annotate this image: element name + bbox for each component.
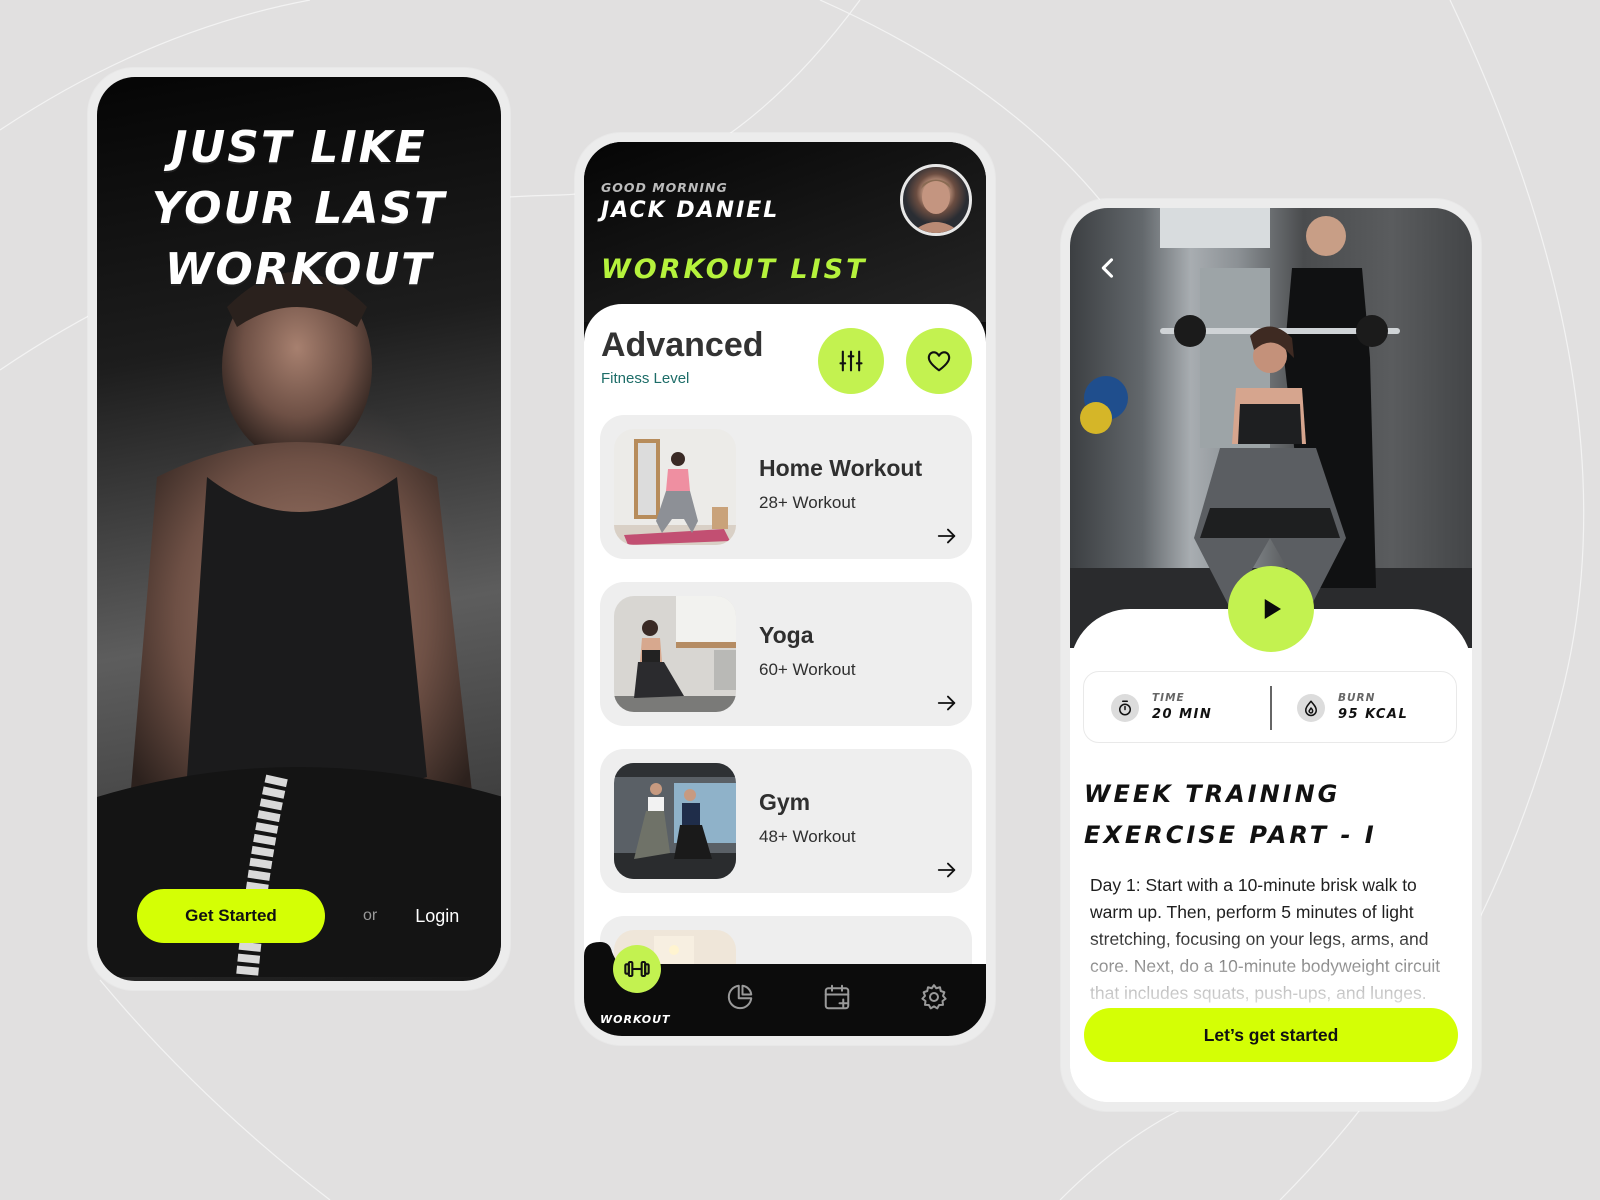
settings-gear-icon[interactable]: [919, 982, 949, 1012]
workout-list-screen: Good Morning Jack Daniel Workout List Ad…: [584, 142, 986, 1036]
headline-line: Just like: [171, 122, 427, 173]
fitness-level-caption: Fitness Level: [601, 370, 690, 387]
get-started-button[interactable]: Get Started: [137, 889, 325, 943]
calendar-add-icon[interactable]: [822, 982, 852, 1012]
flame-icon: [1297, 694, 1325, 722]
favorites-button[interactable]: [906, 328, 972, 394]
play-video-button[interactable]: [1228, 566, 1314, 652]
dumbbell-icon: [624, 960, 650, 978]
workout-card-gym[interactable]: Gym 48+ Workout: [600, 749, 972, 893]
user-portrait-icon: [911, 179, 961, 233]
arrow-right-icon[interactable]: [936, 692, 958, 714]
stopwatch-icon: [1111, 694, 1139, 722]
or-separator: or: [363, 907, 378, 924]
stat-label: Time: [1152, 692, 1185, 704]
arrow-right-icon[interactable]: [936, 859, 958, 881]
exercise-detail-screen: Time 20 Min Burn 95 Kcal Week Training E…: [1070, 208, 1472, 1102]
arrow-right-icon[interactable]: [936, 525, 958, 547]
workout-card-yoga[interactable]: Yoga 60+ Workout: [600, 582, 972, 726]
exercise-detail-phone-frame: Time 20 Min Burn 95 Kcal Week Training E…: [1061, 199, 1481, 1111]
sliders-icon: [839, 350, 863, 372]
stat-value: 95 Kcal: [1338, 707, 1409, 722]
workout-list-phone-frame: Good Morning Jack Daniel Workout List Ad…: [575, 133, 995, 1045]
greeting-text: Good Morning: [601, 180, 728, 195]
workout-card-home[interactable]: Home Workout 28+ Workout: [600, 415, 972, 559]
onboarding-phone-frame: Just like your last workout Get Started …: [88, 68, 510, 990]
hero-headline: Just like your last workout: [97, 117, 501, 300]
filter-button[interactable]: [818, 328, 884, 394]
exercise-title: Week Training Exercise Part - I: [1084, 774, 1377, 856]
login-link[interactable]: Login: [415, 906, 459, 927]
heart-icon: [927, 351, 951, 372]
nav-workout-label[interactable]: Workout: [600, 1013, 671, 1026]
lets-get-started-button[interactable]: Let’s get started: [1084, 1008, 1458, 1062]
headline-line: your last: [151, 183, 447, 234]
workout-thumbnail: [614, 763, 736, 879]
workout-thumbnail: [614, 429, 736, 545]
onboarding-screen: Just like your last workout Get Started …: [97, 77, 501, 981]
user-name: Jack Daniel: [601, 198, 780, 223]
play-icon: [1264, 599, 1281, 619]
back-chevron-icon[interactable]: [1094, 252, 1122, 284]
workout-list-body: Advanced Fitness Level Home Workout 28+ …: [584, 304, 986, 1036]
stat-burn: Burn 95 Kcal: [1270, 672, 1456, 742]
stat-time: Time 20 Min: [1084, 672, 1270, 742]
pie-chart-icon[interactable]: [725, 982, 755, 1012]
exercise-stats: Time 20 Min Burn 95 Kcal: [1083, 671, 1457, 743]
exercise-title-line: Week Training: [1084, 780, 1341, 808]
workout-card-count: 48+ Workout: [759, 827, 856, 846]
stat-label: Burn: [1338, 692, 1376, 704]
workout-card-title: Yoga: [759, 622, 814, 648]
workout-card-count: 60+ Workout: [759, 660, 856, 679]
athlete-photo: [97, 272, 501, 977]
workout-card-count: 28+ Workout: [759, 493, 856, 512]
workout-card-title: Gym: [759, 789, 811, 815]
onboarding-actions: Get Started or Login: [137, 889, 461, 943]
bottom-navigation: Workout: [584, 942, 986, 1036]
description-fade: [1090, 932, 1450, 1012]
workout-card-title: Home Workout: [759, 455, 923, 481]
workout-thumbnail: [614, 596, 736, 712]
workout-header: Good Morning Jack Daniel Workout List: [584, 142, 986, 322]
nav-workout-tab[interactable]: [613, 945, 661, 993]
headline-line: workout: [164, 244, 434, 295]
stat-value: 20 Min: [1152, 707, 1213, 722]
page-title: Workout List: [601, 254, 868, 285]
fitness-level-value: Advanced: [601, 326, 764, 364]
avatar[interactable]: [900, 164, 972, 236]
exercise-title-line: Exercise Part - I: [1084, 821, 1377, 849]
exercise-description: Day 1: Start with a 10-minute brisk walk…: [1090, 872, 1450, 1012]
